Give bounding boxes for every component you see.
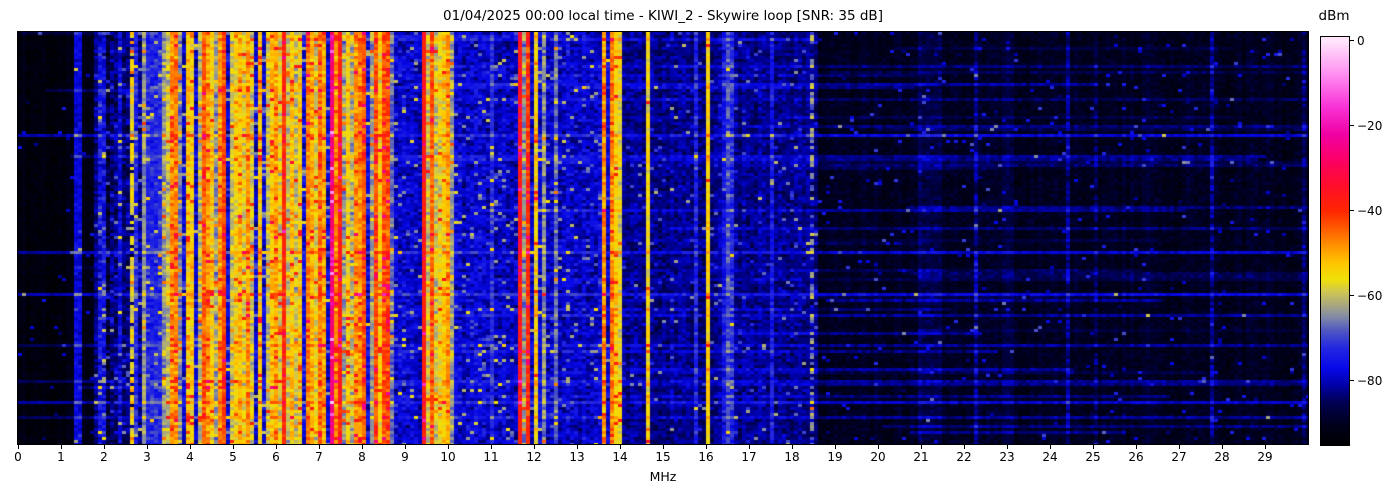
- x-tick-label: 6: [272, 450, 280, 464]
- x-tick-label: 0: [14, 450, 22, 464]
- x-tick-mark: [275, 444, 277, 449]
- x-tick-label: 5: [229, 450, 237, 464]
- x-tick-mark: [318, 444, 320, 449]
- x-tick-label: 16: [698, 450, 714, 464]
- x-tick-label: 24: [1042, 450, 1058, 464]
- x-tick-label: 15: [655, 450, 671, 464]
- x-tick-label: 23: [999, 450, 1015, 464]
- x-tick-label: 25: [1085, 450, 1101, 464]
- x-tick-mark: [60, 444, 62, 449]
- x-tick-label: 1: [57, 450, 65, 464]
- colorbar-tick-label: 0: [1357, 33, 1365, 48]
- x-tick-label: 19: [827, 450, 843, 464]
- x-tick-mark: [1092, 444, 1094, 449]
- colorbar-tick-mark: [1349, 209, 1354, 211]
- x-tick-label: 4: [186, 450, 194, 464]
- x-tick-label: 12: [526, 450, 542, 464]
- x-tick-label: 2: [100, 450, 108, 464]
- x-tick-label: 17: [741, 450, 757, 464]
- colorbar-tick-mark: [1349, 294, 1354, 296]
- colorbar-tick-mark: [1349, 124, 1354, 126]
- x-tick-label: 3: [143, 450, 151, 464]
- x-tick-mark: [920, 444, 922, 449]
- x-tick-label: 10: [440, 450, 456, 464]
- x-tick-mark: [748, 444, 750, 449]
- x-tick-mark: [189, 444, 191, 449]
- colorbar-tick-label: −40: [1357, 203, 1383, 218]
- frequency-axis: 0 1 2 3 4 5 6 7 8 9 10 11 12 13 14 15 16 17 18 19 20 21 22 23 24…: [0, 444, 1400, 468]
- x-tick-label: 26: [1128, 450, 1144, 464]
- colorbar-tick-label: −20: [1357, 118, 1383, 133]
- x-tick-mark: [1264, 444, 1266, 449]
- x-tick-mark: [1049, 444, 1051, 449]
- x-tick-label: 9: [401, 450, 409, 464]
- x-tick-mark: [490, 444, 492, 449]
- x-tick-mark: [17, 444, 19, 449]
- frequency-axis-label: MHz: [649, 469, 677, 484]
- x-tick-mark: [619, 444, 621, 449]
- x-tick-mark: [1135, 444, 1137, 449]
- x-tick-label: 21: [913, 450, 929, 464]
- x-tick-label: 7: [315, 450, 323, 464]
- colorbar-unit-label: dBm: [1318, 8, 1350, 24]
- x-tick-mark: [533, 444, 535, 449]
- x-tick-mark: [103, 444, 105, 449]
- x-tick-mark: [963, 444, 965, 449]
- x-tick-label: 8: [358, 450, 366, 464]
- figure-title: 01/04/2025 00:00 local time - KIWI_2 - S…: [443, 8, 883, 24]
- x-tick-mark: [705, 444, 707, 449]
- colorbar-tick-mark: [1349, 379, 1354, 381]
- x-tick-mark: [232, 444, 234, 449]
- spectrogram-figure: 01/04/2025 00:00 local time - KIWI_2 - S…: [0, 0, 1400, 500]
- x-tick-mark: [877, 444, 879, 449]
- x-tick-mark: [146, 444, 148, 449]
- waterfall-plot-area: [17, 31, 1309, 445]
- x-tick-mark: [791, 444, 793, 449]
- x-tick-mark: [1006, 444, 1008, 449]
- x-tick-mark: [576, 444, 578, 449]
- x-tick-label: 14: [612, 450, 628, 464]
- x-tick-mark: [662, 444, 664, 449]
- x-tick-mark: [404, 444, 406, 449]
- colorbar-gradient: [1320, 36, 1350, 446]
- x-tick-label: 13: [569, 450, 585, 464]
- x-tick-label: 29: [1257, 450, 1273, 464]
- x-tick-mark: [834, 444, 836, 449]
- x-tick-label: 28: [1214, 450, 1230, 464]
- colorbar-tick-label: −80: [1357, 373, 1383, 388]
- x-tick-label: 22: [956, 450, 972, 464]
- x-tick-label: 27: [1171, 450, 1187, 464]
- x-tick-mark: [1178, 444, 1180, 449]
- x-tick-label: 18: [784, 450, 800, 464]
- colorbar-tick-label: −60: [1357, 288, 1383, 303]
- colorbar-tick-mark: [1349, 39, 1354, 41]
- x-tick-label: 20: [870, 450, 886, 464]
- x-tick-mark: [1221, 444, 1223, 449]
- x-tick-label: 11: [483, 450, 499, 464]
- x-tick-mark: [361, 444, 363, 449]
- waterfall-canvas: [18, 32, 1308, 444]
- x-tick-mark: [447, 444, 449, 449]
